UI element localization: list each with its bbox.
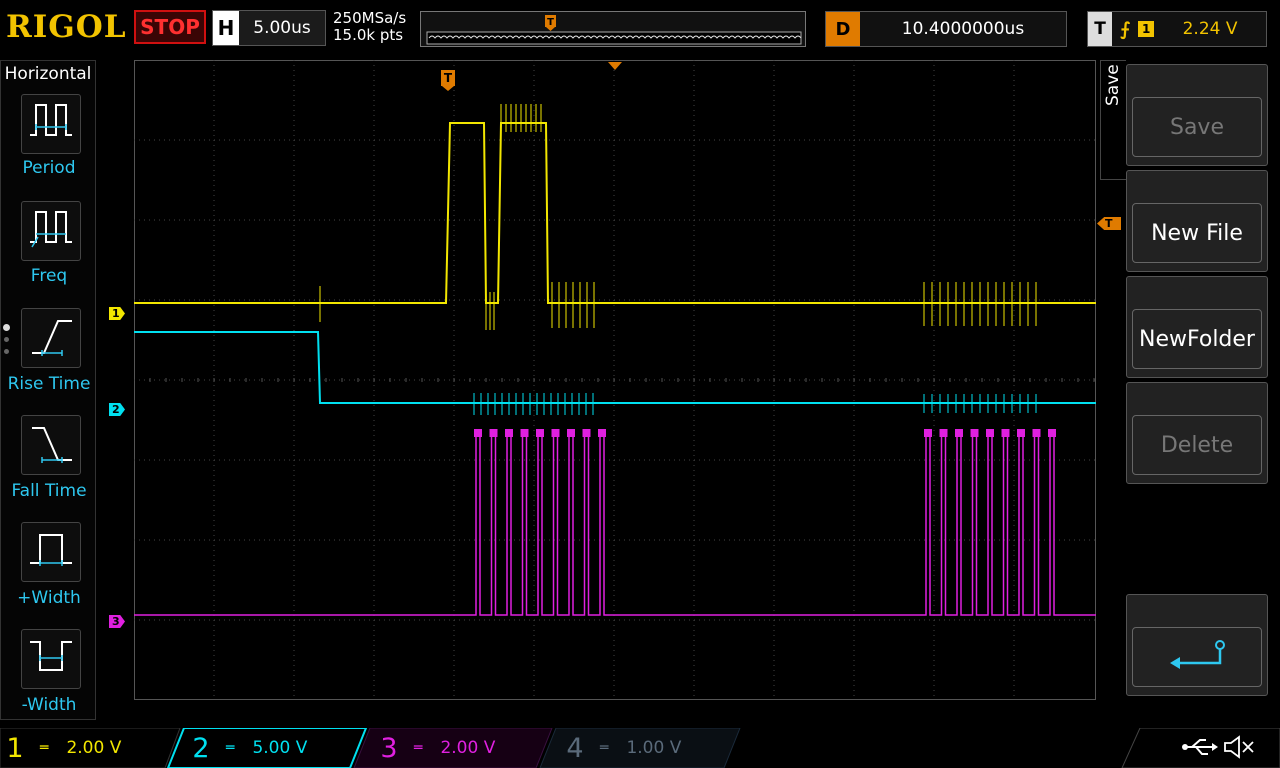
dc-coupling-icon: ═: [226, 740, 235, 756]
sample-rate: 250MSa/s: [333, 9, 407, 27]
page-dot-active: [3, 324, 10, 331]
delay-value: 10.4000000us: [901, 19, 1025, 39]
channel-bar: 1 ═ 2.00 V 2 ═ 5.00 V 3 ═ 2.00 V 4 ═ 1.0…: [0, 728, 1280, 768]
svg-text:T: T: [444, 71, 453, 85]
delete-button[interactable]: Delete: [1126, 382, 1268, 484]
delay-box[interactable]: D 10.4000000us: [825, 11, 1067, 47]
ch2-scale: 5.00 V: [252, 738, 308, 758]
ch3-number: 3: [380, 732, 398, 764]
memory-overview[interactable]: T: [420, 11, 806, 47]
ch1-setting[interactable]: 1 ═ 2.00 V: [0, 728, 170, 768]
sound-muted-icon[interactable]: [1222, 734, 1256, 764]
ch1-scale: 2.00 V: [66, 738, 122, 758]
brand-logo: RIGOL: [6, 9, 127, 45]
positive-width-button[interactable]: [21, 522, 81, 582]
new-file-label: New File: [1132, 203, 1262, 263]
return-button[interactable]: [1126, 594, 1268, 696]
new-folder-label: NewFolder: [1132, 309, 1262, 369]
ch4-setting[interactable]: 4 ═ 1.00 V: [560, 728, 730, 768]
save-button[interactable]: Save: [1126, 64, 1268, 166]
page-dot: [4, 337, 9, 342]
ch3-offset-marker[interactable]: 3: [109, 615, 125, 628]
page-dot: [4, 349, 9, 354]
rise-time-icon: [32, 320, 72, 356]
negative-width-icon: [30, 641, 72, 671]
dc-coupling-icon: ═: [414, 740, 423, 756]
negative-width-label: -Width: [21, 695, 77, 715]
positive-width-label: +Width: [17, 588, 81, 608]
horizontal-label: H: [213, 11, 239, 45]
freq-button[interactable]: [21, 201, 81, 261]
ch4-number: 4: [566, 732, 584, 764]
delay-label: D: [826, 12, 860, 46]
memory-depth: 15.0k pts: [333, 26, 404, 44]
ch3-setting[interactable]: 3 ═ 2.00 V: [374, 728, 544, 768]
dc-coupling-icon: ═: [40, 740, 49, 756]
ch2-number: 2: [192, 732, 210, 764]
new-folder-button[interactable]: NewFolder: [1126, 276, 1268, 378]
rise-time-label: Rise Time: [7, 374, 91, 394]
trigger-box[interactable]: T ⨍ 1 2.24 V: [1087, 11, 1267, 47]
ch1-offset-marker[interactable]: 1: [109, 307, 125, 320]
save-menu-tab: Save: [1100, 60, 1126, 180]
trigger-level-marker[interactable]: T: [1097, 217, 1121, 230]
negative-width-button[interactable]: [21, 629, 81, 689]
new-file-button[interactable]: New File: [1126, 170, 1268, 272]
period-icon: [30, 104, 72, 136]
memory-waveform-overview: T: [426, 15, 802, 45]
rise-time-button[interactable]: [21, 308, 81, 368]
dc-coupling-icon: ═: [600, 740, 609, 756]
positive-width-icon: [30, 534, 72, 566]
menu-title: Horizontal: [4, 64, 92, 84]
trigger-source: 1: [1138, 21, 1155, 37]
period-label: Period: [22, 158, 76, 178]
svg-text:T: T: [547, 17, 554, 28]
timebase-value: 5.00us: [253, 18, 311, 38]
menu-page-dots: [3, 324, 10, 354]
save-button-label: Save: [1132, 97, 1262, 157]
run-stop-status[interactable]: STOP: [134, 10, 206, 44]
horizontal-measure-menu: Horizontal Period Freq Rise Time Fall Ti…: [0, 60, 96, 720]
return-icon: [1132, 627, 1262, 687]
rising-edge-icon: ⨍: [1120, 18, 1131, 40]
ch1-number: 1: [6, 732, 24, 764]
waveform-canvas: T: [133, 60, 1096, 700]
period-button[interactable]: [21, 94, 81, 154]
fall-time-icon: [32, 427, 72, 463]
freq-icon: [30, 211, 72, 248]
fall-time-button[interactable]: [21, 415, 81, 475]
ch2-offset-marker[interactable]: 2: [109, 403, 125, 416]
delete-label: Delete: [1132, 415, 1262, 475]
acquisition-info: 250MSa/s 15.0k pts: [333, 10, 406, 44]
trigger-level: 2.24 V: [1182, 19, 1238, 39]
save-tab-label: Save: [1103, 64, 1123, 106]
fall-time-label: Fall Time: [11, 481, 87, 501]
horizontal-timebase[interactable]: H 5.00us: [212, 10, 326, 46]
usb-icon: [1182, 736, 1218, 762]
waveform-display[interactable]: T: [133, 60, 1096, 700]
freq-label: Freq: [30, 266, 68, 286]
memory-trigger-marker: T: [545, 15, 556, 31]
ch4-scale: 1.00 V: [626, 738, 682, 758]
ch3-scale: 2.00 V: [440, 738, 496, 758]
trigger-label: T: [1088, 12, 1112, 46]
ch2-setting[interactable]: 2 ═ 5.00 V: [186, 728, 356, 768]
